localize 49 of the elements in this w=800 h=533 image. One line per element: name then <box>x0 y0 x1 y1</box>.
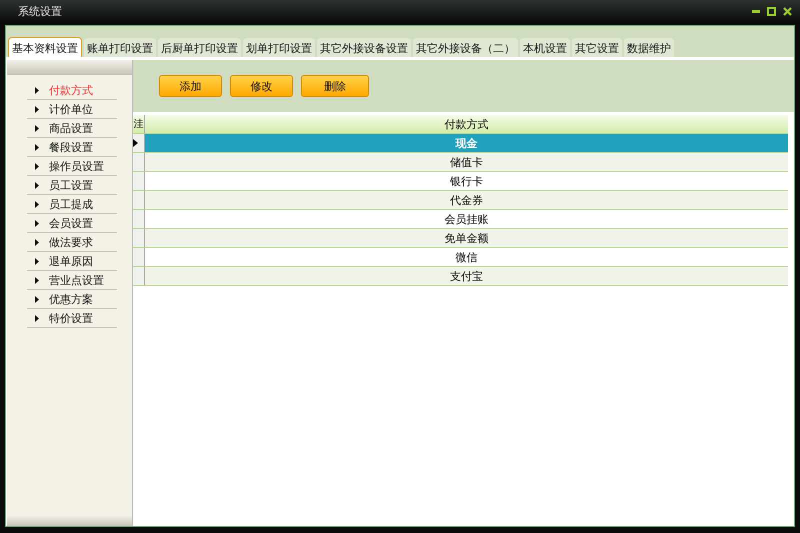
column-header[interactable]: 付款方式 <box>145 115 788 134</box>
triangle-icon <box>35 200 39 208</box>
close-icon[interactable] <box>783 6 792 16</box>
triangle-icon <box>35 238 39 246</box>
triangle-icon <box>35 314 39 322</box>
sidebar-item[interactable]: 操作员设置 <box>27 157 117 176</box>
sidebar-item[interactable]: 员工设置 <box>27 176 117 195</box>
table-cell[interactable]: 代金券 <box>145 191 788 210</box>
sidebar-item[interactable]: 付款方式 <box>27 81 117 100</box>
tab[interactable]: 后厨单打印设置 <box>158 38 241 57</box>
sidebar-item[interactable]: 员工提成 <box>27 195 117 214</box>
triangle-icon <box>35 182 39 188</box>
tab[interactable]: 划单打印设置 <box>243 38 315 57</box>
tab[interactable]: 数据维护 <box>624 38 674 57</box>
corner-header: 洼 <box>133 115 145 134</box>
sidebar-item[interactable]: 计价单位 <box>27 100 117 119</box>
sidebar-item[interactable]: 退单原因 <box>27 252 117 271</box>
row-header[interactable] <box>133 134 145 153</box>
maximize-icon[interactable] <box>767 6 776 16</box>
tab[interactable]: 其它外接设备（二） <box>413 38 518 57</box>
sidebar-item[interactable]: 餐段设置 <box>27 138 117 157</box>
sidebar-item[interactable]: 特价设置 <box>27 309 117 328</box>
sidebar-item[interactable]: 营业点设置 <box>27 271 117 290</box>
table-cell[interactable]: 储值卡 <box>145 153 788 172</box>
triangle-icon <box>35 162 39 170</box>
triangle-icon <box>35 106 39 112</box>
sidebar-item[interactable]: 优惠方案 <box>27 290 117 309</box>
table-cell[interactable]: 支付宝 <box>145 267 788 286</box>
minimize-icon[interactable] <box>752 7 760 15</box>
triangle-icon <box>35 220 39 226</box>
triangle-icon <box>35 276 39 284</box>
tab[interactable]: 其它设置 <box>572 38 622 57</box>
triangle-icon <box>35 296 39 302</box>
toolbar-button[interactable]: 删除 <box>301 75 369 97</box>
triangle-icon <box>35 144 39 150</box>
toolbar-button[interactable]: 添加 <box>159 75 222 97</box>
triangle-icon <box>35 258 39 264</box>
toolbar-button[interactable]: 修改 <box>230 75 293 97</box>
sidebar-item[interactable]: 做法要求 <box>27 233 117 252</box>
triangle-icon <box>35 86 39 94</box>
table-cell[interactable]: 免单金额 <box>145 229 788 248</box>
tab[interactable]: 其它外接设备设置 <box>317 38 411 57</box>
triangle-icon <box>35 124 39 132</box>
tab[interactable]: 基本资料设置 <box>8 37 82 57</box>
sidebar-item[interactable]: 商品设置 <box>27 119 117 138</box>
tab[interactable]: 本机设置 <box>520 38 570 57</box>
window-title: 系统设置 <box>18 4 63 18</box>
tab[interactable]: 账单打印设置 <box>84 38 156 57</box>
sidebar-item[interactable]: 会员设置 <box>27 214 117 233</box>
